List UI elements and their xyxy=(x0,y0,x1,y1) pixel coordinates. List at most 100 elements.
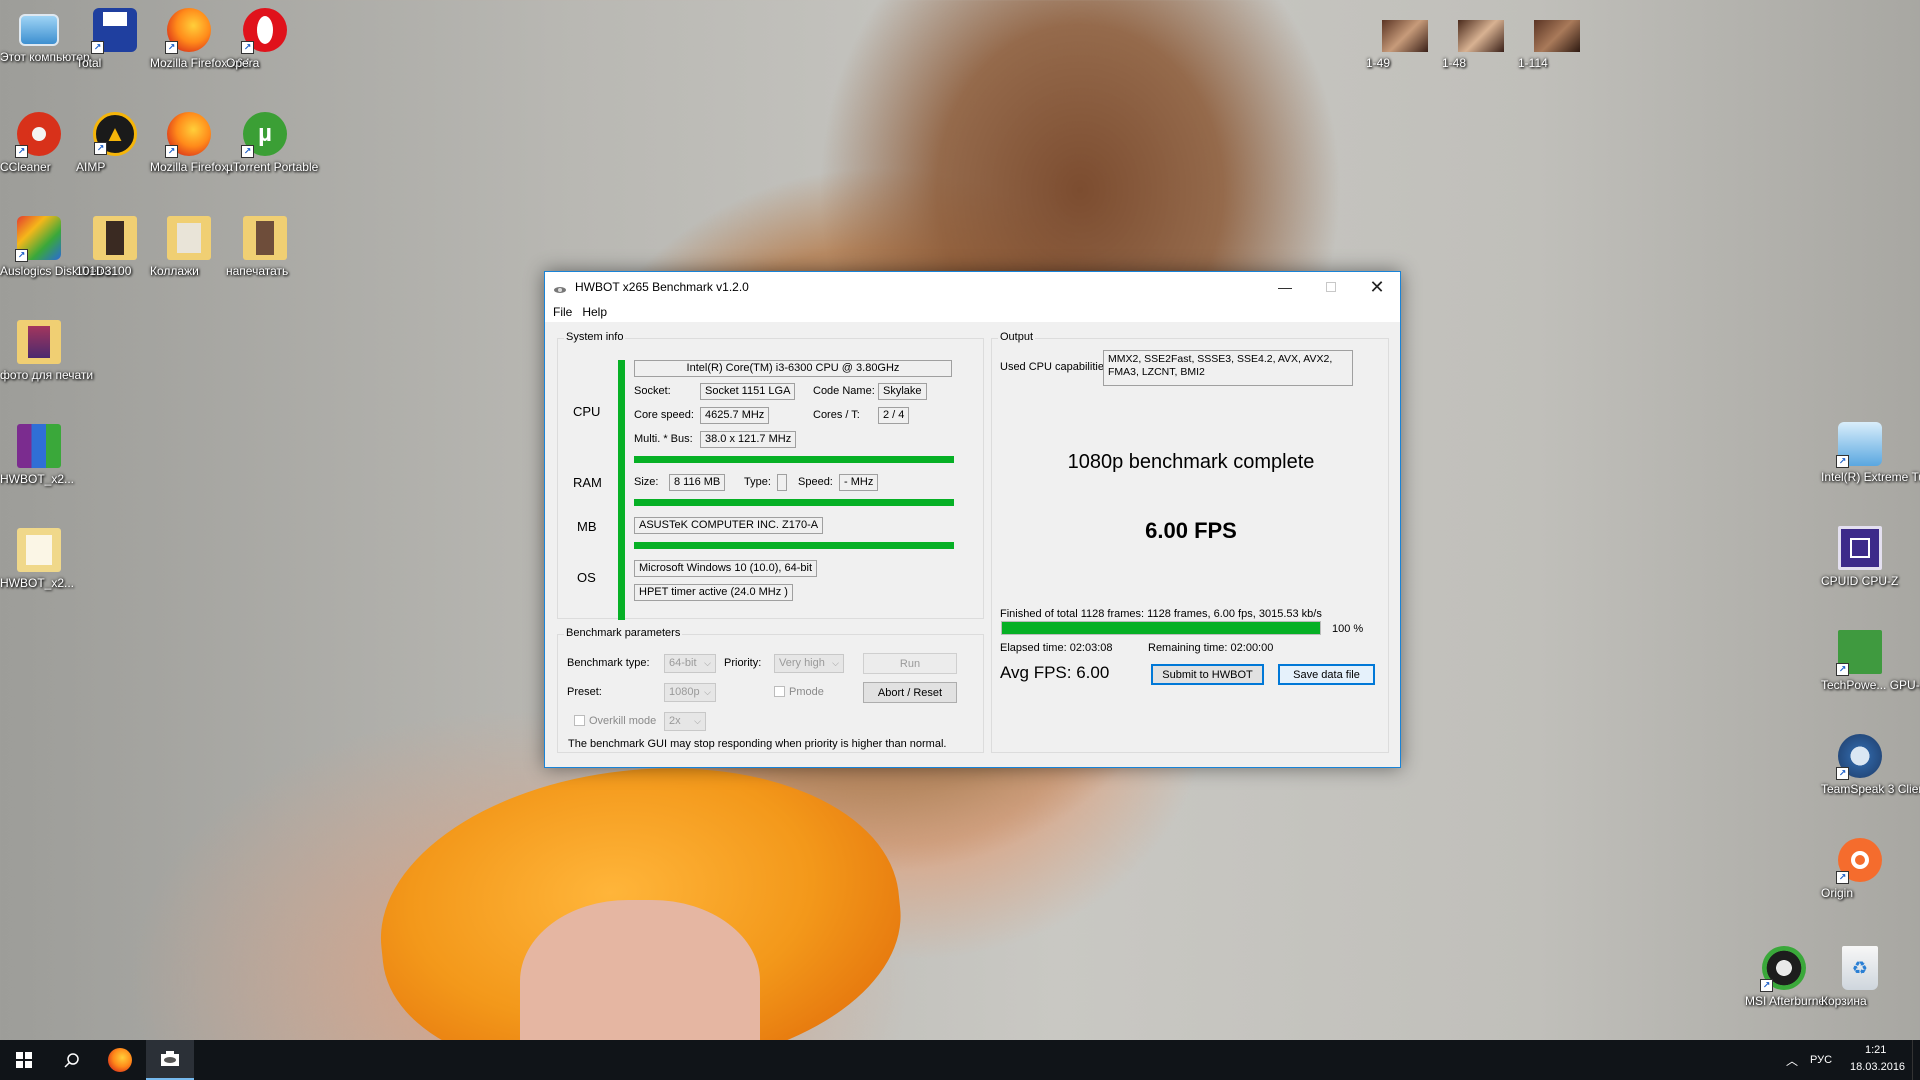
desktop-icon-gpuz[interactable]: ↗ TechPowe... GPU-Z xyxy=(1821,630,1920,692)
pmode-checkbox[interactable] xyxy=(774,686,785,697)
ram-separator-bar xyxy=(634,499,954,506)
desktop-icon-ccleaner[interactable]: ↗ CCleaner xyxy=(0,112,78,174)
ram-label: RAM xyxy=(573,475,602,490)
desktop-icon-auslogics[interactable]: ↗ Auslogics Disk Defra... xyxy=(0,216,121,278)
clock-date[interactable]: 18.03.2016 xyxy=(1850,1061,1905,1073)
origin-icon: ↗ xyxy=(1836,838,1882,884)
ram-type-label: Type: xyxy=(744,476,771,488)
cpu-capabilities-label: Used CPU capabilities: xyxy=(1000,361,1113,373)
overkill-checkbox[interactable] xyxy=(574,715,585,726)
shortcut-arrow-icon: ↗ xyxy=(241,41,254,54)
multi-value: 38.0 x 121.7 MHz xyxy=(700,431,797,448)
desktop-icon-hwbot-archive[interactable]: HWBOT_x2... xyxy=(0,424,78,486)
benchmark-type-label: Benchmark type: xyxy=(567,657,650,669)
shortcut-arrow-icon: ↗ xyxy=(15,145,28,158)
chevron-down-icon: ⌵ xyxy=(694,716,701,726)
taskbar-firefox[interactable] xyxy=(96,1040,144,1080)
close-button[interactable]: ✕ xyxy=(1354,272,1400,302)
desktop-icon-firefox-x64[interactable]: ↗ Mozilla Firefox x64 xyxy=(150,8,250,70)
photo-thumbnail-icon xyxy=(1534,20,1580,52)
firefox-icon: ↗ xyxy=(165,112,211,158)
photo-thumbnail-icon xyxy=(1382,20,1428,52)
ram-size-value: 8 116 MB xyxy=(669,474,726,491)
desktop-icon-opera[interactable]: ↗ Opera xyxy=(226,8,304,70)
benchmark-type-value: 64-bit xyxy=(669,657,697,669)
desktop-icon-101d3100[interactable]: 101D3100 xyxy=(76,216,154,278)
minimize-icon: — xyxy=(1278,279,1292,295)
desktop-icon-photo-1-49[interactable]: 1-49 xyxy=(1366,20,1444,70)
desktop-icon-this-pc[interactable]: Этот компьютер xyxy=(0,8,90,64)
shortcut-arrow-icon: ↗ xyxy=(15,249,28,262)
progress-bar xyxy=(1001,621,1321,635)
overkill-label: Overkill mode xyxy=(589,715,657,727)
system-info-group: System info CPU Intel(R) Core(TM) i3-630… xyxy=(557,331,984,620)
run-button[interactable]: Run xyxy=(863,653,957,674)
shortcut-arrow-icon: ↗ xyxy=(1836,871,1849,884)
cpu-capabilities-value: MMX2, SSE2Fast, SSSE3, SSE4.2, AVX, AVX2… xyxy=(1103,350,1353,386)
language-indicator[interactable]: РУС xyxy=(1810,1054,1832,1066)
cores-value: 2 / 4 xyxy=(878,407,910,424)
desktop-icon-photo-1-114[interactable]: 1-114 xyxy=(1518,20,1596,70)
core-speed-label: Core speed: xyxy=(634,409,694,421)
output-title: Output xyxy=(998,331,1036,343)
mb-separator-bar xyxy=(634,542,954,549)
socket-label: Socket: xyxy=(634,385,671,397)
ram-type-value xyxy=(777,474,787,491)
elapsed-time: Elapsed time: 02:03:08 xyxy=(1000,642,1113,654)
submit-to-hwbot-button[interactable]: Submit to HWBOT xyxy=(1151,664,1264,685)
minimize-button[interactable]: — xyxy=(1262,272,1308,302)
desktop-icon-origin[interactable]: ↗ Origin xyxy=(1821,838,1899,900)
title-bar[interactable]: HWBOT x265 Benchmark v1.2.0 — ✕ xyxy=(545,272,1400,302)
desktop-icon-recycle-bin[interactable]: ♻ Корзина xyxy=(1821,946,1899,1008)
clock-time[interactable]: 1:21 xyxy=(1865,1044,1886,1056)
desktop-icon-aimp[interactable]: ▲ ↗ AIMP xyxy=(76,112,154,174)
desktop-icon-collages[interactable]: Коллажи xyxy=(150,216,228,278)
desktop-icon-total[interactable]: ↗ Total xyxy=(76,8,154,70)
desktop-icon-msi-afterburner[interactable]: ↗ MSI Afterburner xyxy=(1745,946,1829,1008)
maximize-button[interactable] xyxy=(1308,272,1354,302)
shortcut-arrow-icon: ↗ xyxy=(1760,979,1773,992)
output-group: Output Used CPU capabilities: MMX2, SSE2… xyxy=(991,331,1389,753)
menu-file[interactable]: File xyxy=(549,305,578,319)
desktop-icon-photo-1-48[interactable]: 1-48 xyxy=(1442,20,1520,70)
preset-value: 1080p xyxy=(669,686,700,698)
window-body: System info CPU Intel(R) Core(TM) i3-630… xyxy=(545,322,1400,767)
desktop-icon-print[interactable]: напечатать xyxy=(226,216,304,278)
preset-select[interactable]: 1080p ⌵ xyxy=(664,683,716,702)
desktop-icon-hwbot-folder[interactable]: HWBOT_x2... xyxy=(0,528,78,590)
taskbar-hwbot[interactable] xyxy=(146,1040,194,1080)
shortcut-arrow-icon: ↗ xyxy=(1836,455,1849,468)
finished-summary: Finished of total 1128 frames: 1128 fram… xyxy=(1000,608,1322,620)
shortcut-arrow-icon: ↗ xyxy=(165,145,178,158)
desktop-icon-photos-to-print[interactable]: фото для печати xyxy=(0,320,93,382)
cpu-separator-bar xyxy=(634,456,954,463)
chevron-down-icon: ⌵ xyxy=(704,687,711,697)
cpu-label: CPU xyxy=(573,404,601,419)
abort-reset-button[interactable]: Abort / Reset xyxy=(863,682,957,703)
search-button[interactable] xyxy=(48,1040,96,1080)
maximize-icon xyxy=(1326,282,1336,292)
tray-expand-button[interactable]: ︿ xyxy=(1778,1040,1806,1080)
cpu-name: Intel(R) Core(TM) i3-6300 CPU @ 3.80GHz xyxy=(634,360,952,377)
menu-help[interactable]: Help xyxy=(578,305,613,319)
overkill-select[interactable]: 2x ⌵ xyxy=(664,712,706,731)
benchmark-type-select[interactable]: 64-bit ⌵ xyxy=(664,654,716,673)
os-value: Microsoft Windows 10 (10.0), 64-bit xyxy=(634,560,818,577)
desktop-icon-cpuz[interactable]: CPUID CPU-Z xyxy=(1821,526,1899,588)
folder-icon xyxy=(243,216,287,260)
priority-select[interactable]: Very high ⌵ xyxy=(774,654,844,673)
start-button[interactable] xyxy=(0,1040,48,1080)
mb-label: MB xyxy=(577,519,597,534)
save-data-file-button[interactable]: Save data file xyxy=(1278,664,1375,685)
shortcut-arrow-icon: ↗ xyxy=(1836,767,1849,780)
desktop-icon-teamspeak[interactable]: ↗ TeamSpeak 3 Client xyxy=(1821,734,1920,796)
os-label: OS xyxy=(577,570,596,585)
preset-label: Preset: xyxy=(567,686,602,698)
desktop-icon-firefox[interactable]: ↗ Mozilla Firefox xyxy=(150,112,228,174)
show-desktop-button[interactable] xyxy=(1912,1040,1920,1080)
desktop-icon-utorrent[interactable]: µ ↗ µTorrent Portable xyxy=(226,112,318,174)
pmode-label: Pmode xyxy=(789,686,824,698)
desktop-icon-intel-xtu[interactable]: ↗ Intel(R) Extreme Tu... xyxy=(1821,422,1920,484)
folder-icon xyxy=(167,216,211,260)
app-icon xyxy=(553,282,567,293)
